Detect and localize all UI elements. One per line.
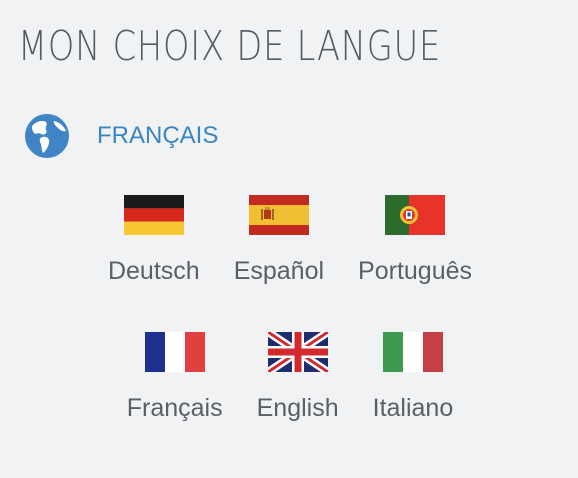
language-label: Français — [126, 394, 223, 422]
uk-flag-icon — [267, 332, 328, 372]
language-label: Português — [358, 257, 473, 285]
spain-flag-icon — [248, 195, 309, 235]
language-grid: Deutsch Español Português Français Engli… — [76, 195, 504, 469]
language-label: Español — [233, 257, 325, 285]
language-option-italiano[interactable]: Italiano — [372, 332, 454, 423]
current-language[interactable]: FRANÇAIS — [24, 113, 218, 159]
language-option-espanol[interactable]: Español — [234, 195, 324, 286]
france-flag-icon — [144, 332, 205, 372]
language-option-portugues[interactable]: Português — [358, 195, 472, 286]
language-label: English — [256, 394, 339, 422]
language-option-english[interactable]: English — [257, 332, 339, 423]
portugal-flag-icon — [385, 195, 446, 235]
language-option-francais[interactable]: Français — [127, 332, 223, 423]
current-language-label: FRANÇAIS — [97, 122, 219, 149]
language-label: Italiano — [372, 394, 454, 422]
germany-flag-icon — [123, 195, 184, 235]
page-title: MON CHOIX DE LANGUE — [18, 22, 442, 70]
italy-flag-icon — [382, 332, 443, 372]
language-option-deutsch[interactable]: Deutsch — [108, 195, 200, 286]
globe-icon — [25, 114, 69, 158]
language-label: Deutsch — [107, 257, 200, 285]
